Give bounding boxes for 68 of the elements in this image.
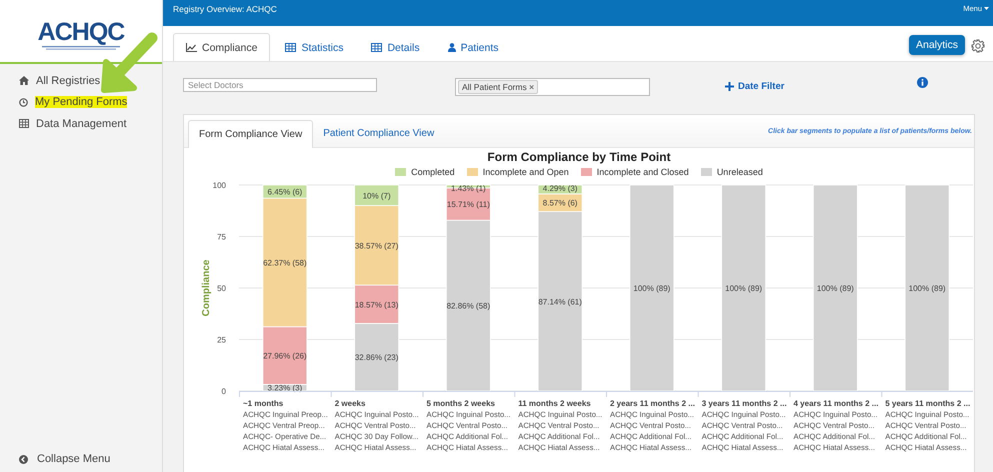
y-tick-label: 100 — [212, 181, 226, 190]
bar-segment[interactable]: 100% (89) — [904, 184, 950, 392]
x-axis-label: 2 years 11 months 2 ... — [610, 399, 695, 408]
tag-label: All Patient Forms — [462, 82, 527, 92]
collapse-menu-link[interactable]: Collapse Menu — [0, 453, 162, 472]
user-icon — [448, 43, 456, 52]
view-tab[interactable]: Form Compliance View — [188, 120, 314, 148]
date-filter-link[interactable]: Date Filter — [725, 81, 784, 92]
bar-segment[interactable]: 1.43% (1) — [446, 184, 491, 193]
legend-item[interactable]: Incomplete and Closed — [580, 167, 689, 177]
line-chart-icon — [186, 43, 197, 52]
x-axis-label: 5 months 2 weeks — [426, 399, 495, 408]
home-icon — [19, 76, 29, 86]
x-axis-label: 2 weeks — [334, 399, 366, 408]
y-tick-label: 25 — [217, 336, 226, 344]
tab[interactable]: Statistics — [272, 33, 356, 61]
logo: ACHQC — [38, 20, 124, 44]
x-axis-label: 4 years 11 months 2 ... — [794, 399, 878, 408]
sidebar-item[interactable]: Data Management — [0, 113, 162, 134]
sidebar-item[interactable]: My Pending Forms — [0, 92, 162, 113]
bar-segment[interactable]: 38.57% (27) — [354, 205, 400, 286]
remove-tag-button[interactable]: × — [529, 82, 534, 92]
y-tick-label: 0 — [222, 387, 226, 396]
y-tick-label: 50 — [217, 284, 226, 293]
doctors-select-field[interactable]: Select Doctors — [183, 78, 377, 92]
x-axis-label: ~1 months — [243, 399, 284, 408]
bar-segment[interactable]: 10% (7) — [354, 184, 400, 206]
legend-label: Incomplete and Open — [482, 167, 569, 177]
chart-title: Form Compliance by Time Point — [487, 150, 671, 164]
plus-icon — [725, 82, 734, 91]
x-axis-label: 5 years 11 months 2 ... — [885, 399, 970, 408]
bar-segment[interactable]: 100% (89) — [812, 184, 858, 392]
tab[interactable]: Compliance — [173, 33, 270, 61]
tab[interactable]: Patients — [434, 33, 512, 61]
clock-icon — [19, 98, 28, 107]
settings-icon[interactable] — [971, 39, 985, 53]
view-tab[interactable]: Patient Compliance View — [313, 120, 444, 147]
bar-segment[interactable]: 18.57% (13) — [354, 284, 400, 324]
legend-item[interactable]: Unreleased — [700, 167, 763, 177]
bar-segment[interactable]: 100% (89) — [721, 184, 766, 392]
table-icon — [285, 43, 296, 52]
caret-icon — [984, 6, 989, 10]
bar-segment[interactable]: 4.29% (3) — [538, 184, 583, 194]
bar-segment[interactable]: 8.57% (6) — [538, 193, 583, 212]
info-icon[interactable] — [917, 77, 928, 88]
tab[interactable]: Details — [358, 33, 433, 61]
sidebar-item[interactable]: All Registries — [0, 70, 162, 92]
legend-item[interactable]: Completed — [395, 167, 455, 177]
x-axis-label: 3 years 11 months 2 ... — [702, 399, 787, 408]
bar-segment[interactable]: 87.14% (61) — [538, 211, 583, 392]
bar-segment[interactable]: 32.86% (23) — [354, 323, 400, 392]
table-icon — [19, 119, 29, 128]
y-tick-label: 75 — [217, 232, 226, 242]
legend-label: Unreleased — [716, 167, 763, 177]
bar-segment[interactable]: 100% (89) — [629, 184, 674, 392]
bar-segment[interactable]: 6.45% (6) — [262, 184, 308, 199]
x-axis-label: 11 months 2 weeks — [518, 399, 591, 408]
page-title: Registry Overview: ACHQC — [173, 4, 278, 14]
forms-select-field[interactable]: All Patient Forms × — [455, 78, 650, 96]
bar-segment[interactable]: 27.96% (26) — [262, 326, 308, 385]
bar-segment[interactable]: 62.37% (58) — [262, 198, 308, 328]
y-axis-label: Compliance — [201, 260, 212, 316]
table-icon — [371, 43, 382, 52]
circle-left-icon — [19, 454, 28, 464]
bar-segment[interactable]: 82.86% (58) — [446, 220, 491, 392]
analytics-button[interactable]: Analytics — [908, 35, 965, 55]
legend-label: Completed — [411, 167, 455, 177]
legend-item[interactable]: Incomplete and Open — [466, 167, 569, 177]
